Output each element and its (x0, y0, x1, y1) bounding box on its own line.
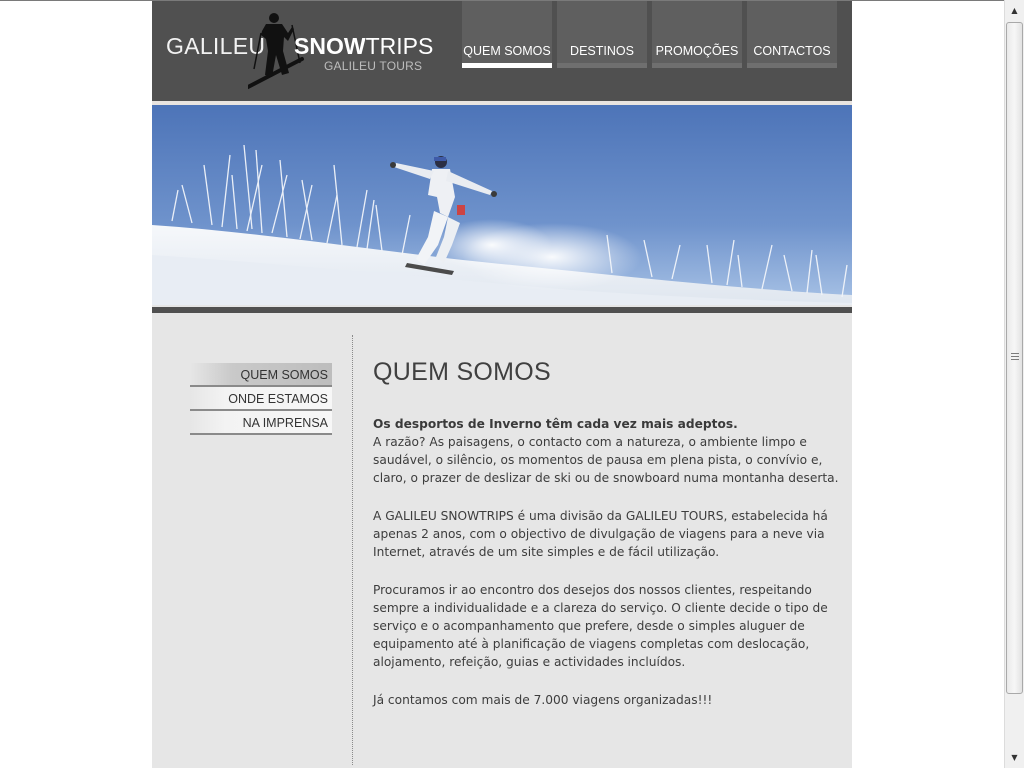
paragraph-4: Já contamos com mais de 7.000 viagens or… (373, 693, 713, 707)
nav-item-contactos[interactable]: CONTACTOS (747, 1, 837, 68)
scroll-up-icon[interactable]: ▲ (1005, 2, 1024, 19)
logo-word-trips: TRIPS (365, 33, 434, 59)
logo-word-snow: SNOW (294, 33, 366, 59)
scroll-down-icon[interactable]: ▼ (1005, 749, 1024, 766)
nav-indicator (652, 63, 742, 68)
sidebar-item-onde-estamos[interactable]: ONDE ESTAMOS (190, 387, 332, 411)
nav-item-label: QUEM SOMOS (463, 44, 551, 58)
nav-indicator (747, 63, 837, 68)
sidebar-item-quem-somos[interactable]: QUEM SOMOS (190, 363, 332, 387)
nav-item-quem-somos[interactable]: QUEM SOMOS (462, 1, 552, 68)
site-header: GALILEU SNOWTRIPS GALILEU TOURS QUEM SOM… (152, 1, 852, 101)
sidebar-item-label: ONDE ESTAMOS (228, 392, 328, 406)
nav-item-destinos[interactable]: DESTINOS (557, 1, 647, 68)
lead-text: Os desportos de Inverno têm cada vez mai… (373, 417, 738, 431)
sidebar-menu: QUEM SOMOS ONDE ESTAMOS NA IMPRENSA (190, 363, 332, 435)
paragraph-3: Procuramos ir ao encontro dos desejos do… (373, 583, 828, 669)
intro-paragraph: Os desportos de Inverno têm cada vez mai… (373, 415, 843, 487)
nav-active-indicator (462, 63, 552, 68)
nav-item-label: PROMOÇÕES (655, 44, 739, 58)
paragraph-2: A GALILEU SNOWTRIPS é uma divisão da GAL… (373, 509, 828, 559)
sidebar-item-label: NA IMPRENSA (242, 416, 328, 430)
vertical-scrollbar[interactable]: ▲ ▼ (1004, 0, 1024, 768)
sidebar-item-na-imprensa[interactable]: NA IMPRENSA (190, 411, 332, 435)
nav-indicator (557, 63, 647, 68)
hero-bottom-bar (152, 307, 852, 313)
sidebar-item-label: QUEM SOMOS (240, 368, 328, 382)
main-content: QUEM SOMOS Os desportos de Inverno têm c… (373, 358, 843, 729)
nav-item-label: CONTACTOS (753, 44, 831, 58)
page-container: GALILEU SNOWTRIPS GALILEU TOURS QUEM SOM… (152, 1, 852, 768)
hero-banner (152, 105, 852, 305)
logo-subtitle: GALILEU TOURS (324, 59, 423, 73)
page-title: QUEM SOMOS (373, 358, 552, 386)
snowboarder-photo (152, 105, 852, 305)
site-logo[interactable]: GALILEU SNOWTRIPS GALILEU TOURS (166, 11, 433, 91)
content-divider (352, 335, 353, 765)
nav-item-promocoes[interactable]: PROMOÇÕES (652, 1, 742, 68)
logo-word-snowtrips: SNOWTRIPS (294, 33, 433, 60)
paragraph-1: A razão? As paisagens, o contacto com a … (373, 435, 839, 485)
scrollbar-thumb[interactable] (1006, 22, 1023, 694)
nav-item-label: DESTINOS (570, 44, 634, 58)
scroll-grip-icon (1011, 353, 1019, 362)
